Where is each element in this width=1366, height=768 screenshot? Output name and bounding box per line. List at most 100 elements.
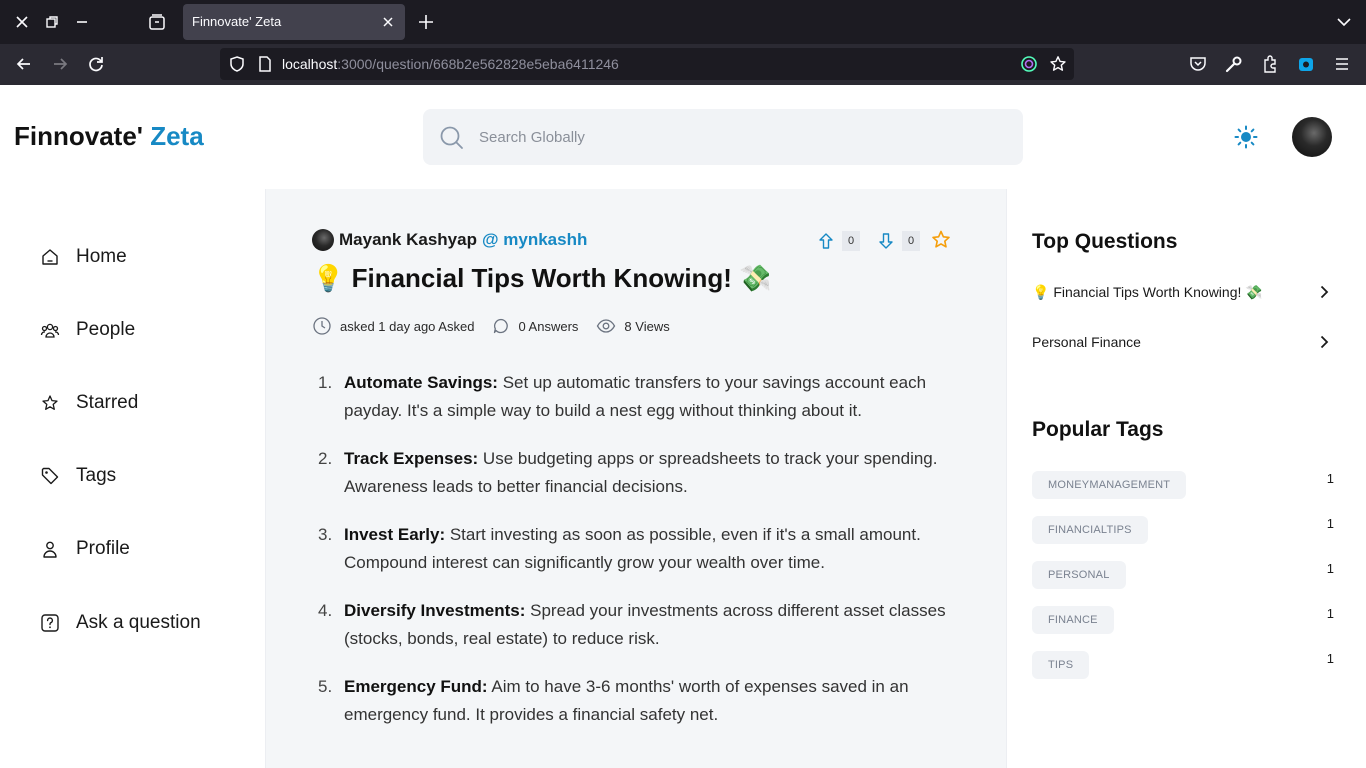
window-minimize-icon[interactable] <box>72 12 92 32</box>
chevron-right-icon <box>1316 284 1332 300</box>
url-text[interactable]: localhost:3000/question/668b2e562828e5eb… <box>282 56 619 72</box>
tag-count: 1 <box>1326 471 1334 486</box>
extension-app-icon[interactable] <box>1296 54 1316 74</box>
asked-time: asked 1 day ago Asked <box>340 318 475 334</box>
tag-row: MONEYMANAGEMENT 1 <box>1032 471 1334 499</box>
list-item-heading: Invest Early: <box>344 525 446 544</box>
answers-chat-icon <box>492 317 510 335</box>
list-item: 4. Diversify Investments: Spread your in… <box>318 597 958 653</box>
pocket-icon[interactable] <box>1188 54 1208 74</box>
reload-icon[interactable] <box>86 54 106 74</box>
shield-icon[interactable] <box>228 55 246 73</box>
bookmark-star-icon[interactable] <box>1049 55 1067 73</box>
tag-chip[interactable]: PERSONAL <box>1032 561 1126 589</box>
sidebar-item-profile[interactable]: Profile <box>40 534 130 564</box>
tab-title: Finnovate' Zeta <box>192 14 282 29</box>
list-item-heading: Diversify Investments: <box>344 601 526 620</box>
tag-count: 1 <box>1326 516 1334 531</box>
people-icon <box>40 320 60 340</box>
app-header: Finnovate' Zeta <box>0 85 1366 189</box>
user-avatar[interactable] <box>1292 117 1332 157</box>
right-sidebar: Top Questions 💡 Financial Tips Worth Kno… <box>1006 189 1366 768</box>
sidebar-item-tags[interactable]: Tags <box>40 461 116 491</box>
tab-active[interactable]: Finnovate' Zeta <box>183 4 405 40</box>
author-avatar <box>312 229 334 251</box>
answer-count: 0 Answers <box>518 318 579 334</box>
save-question-star-icon[interactable] <box>930 229 952 251</box>
list-item: 5. Emergency Fund: Aim to have 3-6 month… <box>318 673 958 729</box>
upvote-icon[interactable] <box>818 232 834 250</box>
sidebar-item-label: Profile <box>76 538 130 559</box>
list-item-number: 5. <box>318 677 333 696</box>
tag-chip[interactable]: FINANCE <box>1032 606 1114 634</box>
window-restore-icon[interactable] <box>42 12 62 32</box>
back-icon[interactable] <box>14 54 34 74</box>
question-author[interactable]: Mayank Kashyap @ mynkashh <box>312 229 587 251</box>
new-tab-icon[interactable] <box>416 12 436 32</box>
sidebar-item-label: People <box>76 319 136 340</box>
sidebar-item-starred[interactable]: Starred <box>40 388 138 418</box>
author-name: Mayank Kashyap <box>339 230 477 249</box>
list-all-tabs-icon[interactable] <box>1334 12 1354 32</box>
list-item-number: 1. <box>318 373 333 392</box>
question-icon <box>40 613 60 633</box>
list-item-heading: Emergency Fund: <box>344 677 488 696</box>
question-main: Mayank Kashyap @ mynkashh 0 0 💡 Financia… <box>266 189 1006 768</box>
tag-row: TIPS 1 <box>1032 651 1334 679</box>
view-count: 8 Views <box>624 318 670 334</box>
sidebar-item-label: Tags <box>76 465 117 486</box>
app-logo[interactable]: Finnovate' Zeta <box>14 121 204 152</box>
sidebar-item-label: Starred <box>76 392 139 413</box>
tag-row: FINANCE 1 <box>1032 606 1334 634</box>
upvote-count: 0 <box>842 231 860 251</box>
top-question-item[interactable]: 💡 Financial Tips Worth Knowing! 💸 <box>1032 280 1332 304</box>
browser-nav-bar: localhost:3000/question/668b2e562828e5eb… <box>0 44 1366 107</box>
chevron-right-icon <box>1316 334 1332 350</box>
tag-icon <box>40 466 60 486</box>
search-input[interactable] <box>479 125 999 149</box>
sidebar-item-label: Ask a question <box>76 612 201 633</box>
global-search[interactable] <box>423 109 1023 165</box>
top-question-title: Personal Finance <box>1032 334 1141 350</box>
views-eye-icon <box>596 316 616 336</box>
tag-count: 1 <box>1326 561 1334 576</box>
tips-list: 1. Automate Savings: Set up automatic tr… <box>318 369 958 749</box>
page-icon[interactable] <box>256 55 274 73</box>
question-meta: asked 1 day ago Asked 0 Answers 8 Views <box>312 316 688 336</box>
vote-controls: 0 0 <box>818 231 920 251</box>
theme-toggle-sun-icon[interactable] <box>1234 125 1258 149</box>
list-item-number: 4. <box>318 601 333 620</box>
sidebar-item-people[interactable]: People <box>40 315 135 345</box>
list-item-number: 2. <box>318 449 333 468</box>
user-icon <box>40 539 60 559</box>
question-title: 💡 Financial Tips Worth Knowing! 💸 <box>312 263 772 293</box>
tag-count: 1 <box>1326 651 1334 666</box>
url-bar[interactable]: localhost:3000/question/668b2e562828e5eb… <box>220 48 1074 80</box>
window-close-icon[interactable] <box>12 12 32 32</box>
tag-row: FINANCIALTIPS 1 <box>1032 516 1334 544</box>
tag-chip[interactable]: TIPS <box>1032 651 1090 679</box>
tag-chip[interactable]: FINANCIALTIPS <box>1032 516 1148 544</box>
wrench-icon[interactable] <box>1224 54 1244 74</box>
sidebar-item-home[interactable]: Home <box>40 242 127 272</box>
search-icon <box>439 125 465 151</box>
browser-tab-bar: Finnovate' Zeta <box>0 0 1366 44</box>
sidebar-item-label: Home <box>76 246 127 267</box>
list-item-heading: Automate Savings: <box>344 373 498 392</box>
tab-manager-icon[interactable] <box>147 12 167 32</box>
logo-accent: Zeta <box>150 121 204 151</box>
list-item: 2. Track Expenses: Use budgeting apps or… <box>318 445 958 501</box>
sidebar-item-ask-question[interactable]: Ask a question <box>40 608 201 638</box>
url-path: :3000/question/668b2e562828e5eba6411246 <box>337 56 619 72</box>
tracking-protection-icon[interactable] <box>1020 55 1038 73</box>
tab-close-icon[interactable] <box>379 13 397 31</box>
downvote-icon[interactable] <box>878 232 894 250</box>
forward-icon[interactable] <box>50 54 70 74</box>
author-handle: @ mynkashh <box>481 230 588 249</box>
url-host: localhost <box>282 56 338 72</box>
tag-chip[interactable]: MONEYMANAGEMENT <box>1032 471 1187 499</box>
top-question-title: 💡 Financial Tips Worth Knowing! 💸 <box>1032 283 1263 300</box>
top-question-item[interactable]: Personal Finance <box>1032 330 1332 354</box>
extensions-icon[interactable] <box>1260 54 1280 74</box>
menu-icon[interactable] <box>1332 54 1352 74</box>
